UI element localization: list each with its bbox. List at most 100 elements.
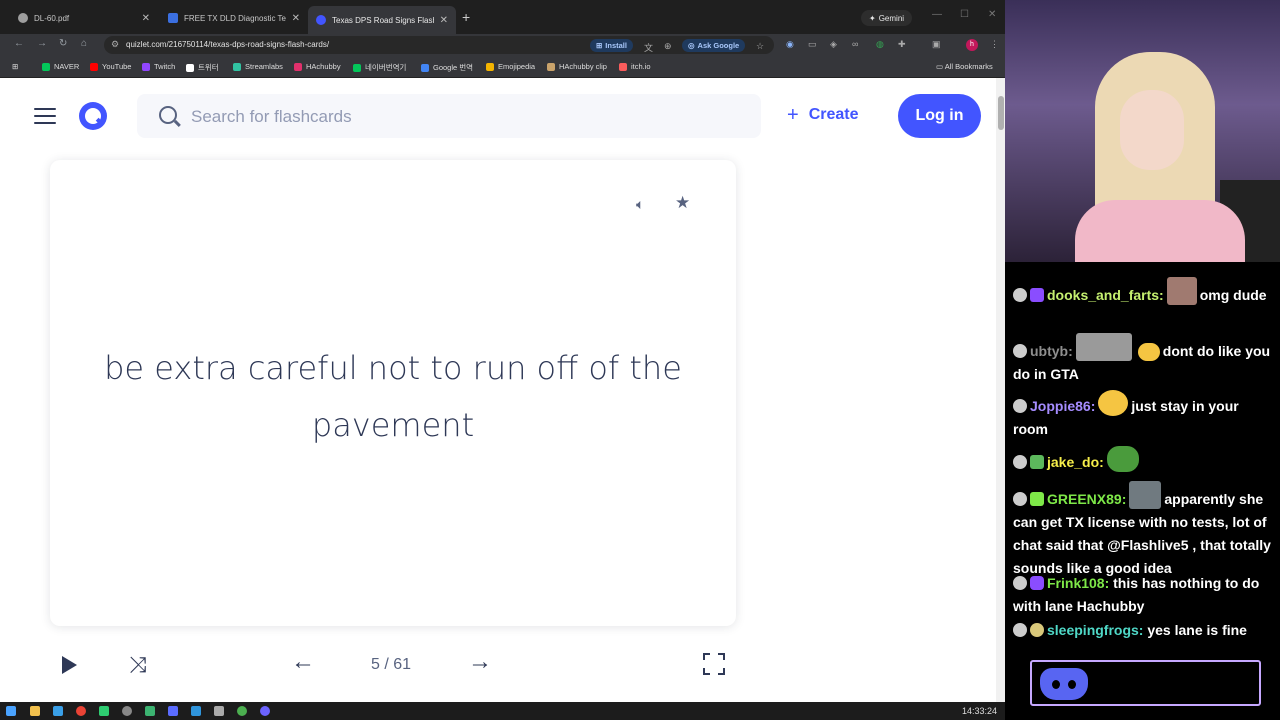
chat-username[interactable]: Joppie86: [1030, 398, 1095, 414]
apps-grid-icon[interactable]: ⊞ [12, 62, 18, 71]
chat-message: dooks_and_farts: omg dude [1013, 277, 1275, 307]
app-icon[interactable] [53, 706, 63, 716]
translate-icon[interactable]: 文 [644, 41, 653, 54]
tab-dl60-pdf[interactable]: DL-60.pdf ✕ [10, 7, 158, 29]
twitch-icon [142, 62, 150, 71]
tab-quizlet[interactable]: Texas DPS Road Signs Flashcards ✕ [308, 6, 456, 34]
minimize-icon[interactable]: — [932, 9, 942, 20]
flashcard[interactable]: 🔈︎ ★ be extra careful not to run off of … [50, 160, 736, 626]
chat-username[interactable]: GREENX89: [1047, 491, 1126, 507]
previous-card-arrow-icon[interactable]: ← [291, 648, 315, 676]
play-icon[interactable] [62, 656, 77, 674]
puzzle-icon[interactable]: ✚ [898, 39, 906, 50]
bookmark-label: 트위터 [198, 63, 219, 72]
cast-icon[interactable]: ▭ [808, 39, 817, 50]
app-icon[interactable] [260, 706, 270, 716]
chat-username[interactable]: sleepingfrogs: [1047, 622, 1143, 638]
chat-text: yes lane is fine [1147, 622, 1247, 638]
ask-google-button[interactable]: ◎ Ask Google [682, 39, 746, 52]
reload-icon[interactable]: ↻ [59, 38, 67, 49]
bookmark-naver-translate[interactable]: 네이버번역기 [353, 62, 406, 73]
next-card-arrow-icon[interactable]: → [468, 648, 492, 676]
zoom-icon[interactable]: ⊕ [664, 41, 672, 52]
back-arrow-icon[interactable]: ← [14, 38, 24, 49]
bookmark-hachubby-clip[interactable]: HAchubby clip [547, 62, 607, 71]
speaker-icon[interactable]: 🔈︎ [636, 196, 644, 213]
streamer-face [1120, 90, 1184, 170]
address-bar[interactable]: ⚙ quizlet.com/216750114/texas-dps-road-s… [104, 36, 774, 54]
bookmark-emojipedia[interactable]: Emojipedia [486, 62, 535, 71]
pepe-emote-icon [1106, 446, 1139, 472]
chat-username[interactable]: Frink108: [1047, 575, 1109, 591]
create-label: Create [808, 106, 859, 123]
bookmark-youtube[interactable]: YouTube [90, 62, 131, 71]
app-icon[interactable] [191, 706, 201, 716]
scrollbar-thumb[interactable] [998, 96, 1004, 130]
youtube-icon [90, 62, 98, 71]
app-icon[interactable] [214, 706, 224, 716]
gemini-button[interactable]: ✦ Gemini [861, 10, 913, 26]
maximize-icon[interactable]: ☐ [960, 9, 969, 20]
close-icon[interactable]: ✕ [440, 15, 448, 26]
extension-icon[interactable]: ∞ [852, 39, 858, 49]
all-bookmarks-button[interactable]: ▭ All Bookmarks [936, 62, 993, 71]
close-icon[interactable]: ✕ [292, 13, 300, 24]
app-icon[interactable] [168, 706, 178, 716]
site-info-icon[interactable]: ⚙ [111, 39, 119, 50]
menu-dots-icon[interactable]: ⋮ [990, 39, 999, 50]
app-icon[interactable] [122, 706, 132, 716]
install-button[interactable]: ⊞ Install [590, 39, 633, 52]
bookmark-label: Streamlabs [245, 62, 283, 71]
bookmark-naver[interactable]: NAVER [42, 62, 79, 71]
app-icon[interactable] [99, 706, 109, 716]
search-bar[interactable]: Search for flashcards [137, 94, 761, 138]
bookmark-label: Twitch [154, 62, 176, 71]
quizlet-logo-icon[interactable] [79, 102, 107, 130]
papago-icon [353, 63, 361, 72]
extension-icon[interactable]: ◍ [876, 39, 884, 50]
hamburger-menu-icon[interactable] [34, 108, 56, 124]
tab-dld-test[interactable]: FREE TX DLD Diagnostic Test 2025 ✕ [160, 7, 308, 29]
new-tab-button[interactable]: + [462, 9, 470, 25]
shuffle-icon[interactable]: ⤨ [129, 652, 147, 678]
app-icon[interactable] [145, 706, 155, 716]
browser-toolbar: ← → ↻ ⌂ ⚙ quizlet.com/216750114/texas-dp… [0, 34, 1005, 56]
scrollbar[interactable] [996, 78, 1005, 702]
bookmark-hachubby[interactable]: HAchubby [294, 62, 341, 71]
bookmark-google-translate[interactable]: Google 번역 [421, 62, 473, 73]
chrome-icon[interactable] [76, 706, 86, 716]
bookmark-star-icon[interactable]: ☆ [756, 41, 764, 52]
profile-avatar[interactable]: h [966, 39, 978, 51]
create-button[interactable]: + Create [787, 105, 859, 125]
chat-badge-icon [1013, 288, 1027, 302]
sidebar-icon[interactable]: ▣ [932, 39, 941, 50]
bookmark-twitter[interactable]: 트위터 [186, 62, 219, 73]
bookmark-label: Emojipedia [498, 62, 536, 71]
window-close-icon[interactable]: ✕ [988, 9, 996, 20]
file-explorer-icon[interactable] [30, 706, 40, 716]
cat-emote-icon [1129, 481, 1162, 509]
windows-start-icon[interactable] [6, 706, 16, 716]
login-button[interactable]: Log in [898, 94, 981, 138]
star-icon[interactable]: ★ [675, 193, 690, 213]
chat-username[interactable]: ubtyb: [1030, 343, 1073, 359]
app-icon[interactable] [237, 706, 247, 716]
chat-username[interactable]: dooks_and_farts: [1047, 287, 1164, 303]
discord-icon [1040, 668, 1088, 700]
read-aloud-icon[interactable]: ◉ [786, 39, 794, 50]
close-icon[interactable]: ✕ [142, 13, 150, 24]
flashcard-term: be extra careful not to run off of the p… [104, 349, 682, 444]
chat-username[interactable]: jake_do: [1047, 454, 1104, 470]
fullscreen-icon[interactable] [703, 653, 725, 675]
chat-badge-icon [1013, 492, 1027, 506]
bookmark-twitch[interactable]: Twitch [142, 62, 175, 71]
sub-badge-icon [1030, 455, 1044, 469]
chat-badge-icon [1013, 623, 1027, 637]
search-input[interactable]: Search for flashcards [191, 107, 352, 127]
bookmark-streamlabs[interactable]: Streamlabs [233, 62, 283, 71]
extension-icon[interactable]: ◈ [830, 39, 837, 50]
bookmark-itchio[interactable]: itch.io [619, 62, 651, 71]
home-icon[interactable]: ⌂ [81, 38, 87, 49]
browser-window: DL-60.pdf ✕ FREE TX DLD Diagnostic Test … [0, 0, 1005, 702]
forward-arrow-icon[interactable]: → [37, 38, 47, 49]
